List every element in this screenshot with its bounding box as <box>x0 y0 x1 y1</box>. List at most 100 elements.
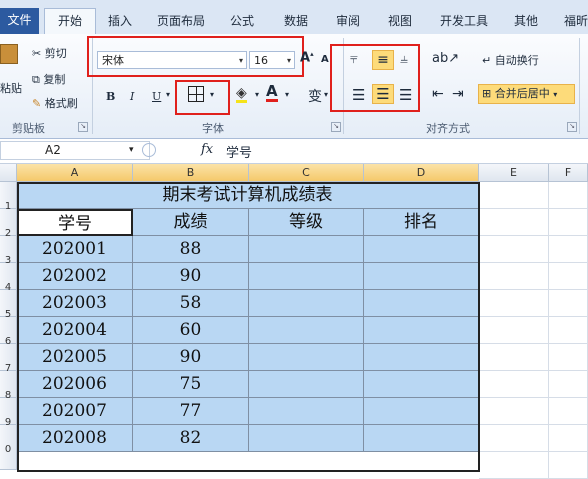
paste-button[interactable]: 粘贴 <box>0 80 22 96</box>
resize-handle[interactable] <box>142 143 156 157</box>
empty-cell[interactable] <box>549 209 588 236</box>
empty-cell[interactable] <box>549 344 588 371</box>
cell-rank[interactable] <box>364 398 479 425</box>
cell-score[interactable]: 88 <box>133 236 249 263</box>
empty-cell[interactable] <box>549 425 588 452</box>
column-header-a[interactable]: A <box>17 164 133 182</box>
chevron-down-icon[interactable]: ▾ <box>324 90 328 99</box>
tab-page-layout[interactable]: 页面布局 <box>150 9 212 34</box>
paste-icon[interactable] <box>0 44 18 64</box>
align-bottom-icon[interactable]: ⫨ <box>400 51 408 67</box>
cell-grade[interactable] <box>249 263 364 290</box>
row-header[interactable]: 9 <box>0 398 17 428</box>
chevron-down-icon[interactable]: ▾ <box>285 90 289 99</box>
row-header[interactable]: 3 <box>0 236 17 266</box>
cell-grade[interactable] <box>249 371 364 398</box>
insert-function-button[interactable]: fx <box>201 142 213 157</box>
empty-cell[interactable] <box>479 317 549 344</box>
shrink-font-icon[interactable]: A <box>321 54 329 65</box>
cell-rank[interactable] <box>364 425 479 452</box>
empty-cell[interactable] <box>479 452 549 479</box>
cell-rank[interactable] <box>364 236 479 263</box>
italic-button[interactable]: I <box>130 90 134 103</box>
select-all-corner[interactable] <box>0 164 17 182</box>
tab-insert[interactable]: 插入 <box>100 9 140 34</box>
bold-button[interactable]: B <box>106 90 115 103</box>
grow-font-icon[interactable]: A▴ <box>300 50 314 65</box>
cell-student-id[interactable]: 202007 <box>17 398 133 425</box>
empty-cell[interactable] <box>549 236 588 263</box>
orientation-icon[interactable]: ab↗ <box>432 51 459 66</box>
cell-rank[interactable] <box>364 344 479 371</box>
chevron-down-icon[interactable]: ▾ <box>255 90 259 99</box>
empty-cell[interactable] <box>479 182 549 209</box>
header-cell-score[interactable]: 成绩 <box>133 209 249 236</box>
format-painter-button[interactable]: ✎ 格式刷 <box>32 95 78 111</box>
cut-button[interactable]: ✂ 剪切 <box>32 45 67 61</box>
empty-cell[interactable] <box>479 398 549 425</box>
clipboard-launcher-icon[interactable]: ↘ <box>78 122 88 132</box>
phonetic-guide-icon[interactable]: 变 <box>308 86 322 106</box>
row-header[interactable]: 8 <box>0 371 17 401</box>
borders-icon[interactable] <box>188 86 204 102</box>
empty-cell[interactable] <box>479 236 549 263</box>
cell-student-id[interactable]: 202006 <box>17 371 133 398</box>
cell-score[interactable]: 75 <box>133 371 249 398</box>
empty-cell[interactable] <box>549 317 588 344</box>
cell-rank[interactable] <box>364 290 479 317</box>
empty-cell[interactable] <box>549 290 588 317</box>
name-box[interactable]: A2 ▾ <box>0 141 150 160</box>
row-header[interactable]: 0 <box>0 425 17 470</box>
header-cell-rank[interactable]: 排名 <box>364 209 479 236</box>
cell-student-id[interactable]: 202001 <box>17 236 133 263</box>
tab-home[interactable]: 开始 <box>44 8 96 35</box>
cell-student-id[interactable]: 202003 <box>17 290 133 317</box>
cell-rank[interactable] <box>364 371 479 398</box>
row-header[interactable]: 6 <box>0 317 17 347</box>
cell-score[interactable]: 77 <box>133 398 249 425</box>
formula-content[interactable]: 学号 <box>226 142 252 161</box>
empty-cell[interactable] <box>549 263 588 290</box>
wrap-text-button[interactable]: ↵ 自动换行 <box>482 52 539 68</box>
row-header[interactable]: 7 <box>0 344 17 374</box>
align-right-icon[interactable]: ☰ <box>399 86 412 104</box>
empty-cell[interactable] <box>479 371 549 398</box>
empty-cell[interactable] <box>549 398 588 425</box>
header-cell-grade[interactable]: 等级 <box>249 209 364 236</box>
cell-score[interactable]: 58 <box>133 290 249 317</box>
align-top-icon[interactable]: ⫧ <box>350 51 358 67</box>
column-header-d[interactable]: D <box>364 164 479 182</box>
tab-formulas[interactable]: 公式 <box>222 9 262 34</box>
cell-score[interactable]: 90 <box>133 344 249 371</box>
tab-developer[interactable]: 开发工具 <box>432 9 496 34</box>
fill-color-icon[interactable]: ◈ <box>236 86 247 103</box>
tab-file[interactable]: 文件 <box>0 8 39 34</box>
empty-cell[interactable] <box>549 182 588 209</box>
cell-student-id[interactable]: 202005 <box>17 344 133 371</box>
tab-foxit[interactable]: 福昕 <box>556 9 588 34</box>
row-header[interactable]: 2 <box>0 209 17 239</box>
decrease-indent-icon[interactable]: ⇤ <box>432 86 444 102</box>
underline-button[interactable]: U <box>152 90 161 103</box>
empty-cell[interactable] <box>479 290 549 317</box>
cell-grade[interactable] <box>249 290 364 317</box>
empty-cell[interactable] <box>549 452 588 479</box>
cell-score[interactable]: 90 <box>133 263 249 290</box>
column-header-e[interactable]: E <box>479 164 549 182</box>
cell-grade[interactable] <box>249 236 364 263</box>
cell-student-id[interactable]: 202004 <box>17 317 133 344</box>
cell-grade[interactable] <box>249 425 364 452</box>
alignment-launcher-icon[interactable]: ↘ <box>567 122 577 132</box>
copy-button[interactable]: ⧉ 复制 <box>32 71 65 87</box>
cell-student-id[interactable]: 202008 <box>17 425 133 452</box>
cell-student-id[interactable]: 202002 <box>17 263 133 290</box>
empty-cell[interactable] <box>479 209 549 236</box>
row-header[interactable]: 4 <box>0 263 17 293</box>
align-left-icon[interactable]: ☰ <box>352 86 365 104</box>
tab-other[interactable]: 其他 <box>506 9 546 34</box>
tab-view[interactable]: 视图 <box>380 9 420 34</box>
empty-cell[interactable] <box>479 263 549 290</box>
cell-score[interactable]: 82 <box>133 425 249 452</box>
empty-cell[interactable] <box>479 344 549 371</box>
column-header-c[interactable]: C <box>249 164 364 182</box>
